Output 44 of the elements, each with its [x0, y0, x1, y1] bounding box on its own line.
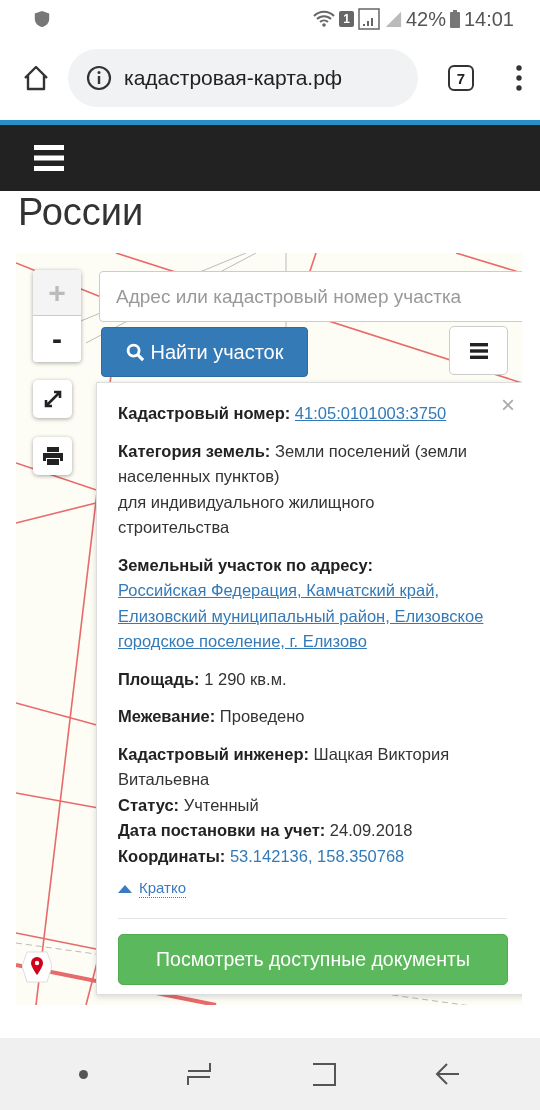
expand-icon	[42, 389, 63, 409]
search-field[interactable]: Адрес или кадастровый номер участка	[99, 271, 522, 322]
collapse-link[interactable]: Кратко	[139, 879, 187, 898]
info-row-text: Категория земель: Земли поселений (земли населенных пунктов) для индивидуального жилищного строительства	[118, 440, 468, 538]
info-row-text: Кадастровый номер: 41:05:0101003:3750	[118, 403, 447, 424]
zoom-out-button[interactable]: -	[33, 316, 81, 362]
back-icon[interactable]	[434, 1061, 461, 1087]
print-icon	[41, 446, 64, 466]
battery-icon	[449, 10, 460, 28]
sim-badge: 1	[339, 11, 354, 27]
page-heading: России	[18, 191, 144, 233]
fullscreen-button[interactable]	[33, 380, 72, 418]
home-icon[interactable]	[22, 64, 50, 92]
print-button[interactable]	[33, 437, 72, 475]
battery-percent: 42%	[405, 7, 446, 31]
info-row: Земельный участок по адресу: Российская Федерация, Камчатский край, Елизовский муниципальный район, Елизовское городское поселение, г. Елизово	[118, 552, 490, 655]
wifi-icon	[313, 10, 336, 28]
address-bar[interactable]: кадастровая-карта.рф	[68, 49, 418, 107]
info-icon[interactable]	[86, 65, 112, 91]
signal-icon	[357, 8, 380, 30]
clock: 14:01	[463, 7, 514, 31]
search-icon	[125, 342, 145, 362]
info-row-text: Межевание: Проведено	[118, 706, 305, 727]
layers-menu-button[interactable]	[449, 326, 508, 375]
menu-icon[interactable]	[516, 65, 522, 91]
recent-apps-icon[interactable]	[186, 1061, 213, 1087]
menu-icon	[469, 342, 488, 359]
info-row-text: Площадь: 1 290 кв.м.	[118, 668, 287, 690]
map-pin-icon[interactable]	[22, 950, 52, 986]
url-text: кадастровая-карта.рф	[124, 66, 343, 90]
documents-button[interactable]: Посмотреть доступные документы	[118, 934, 508, 985]
signal-icon	[383, 9, 402, 29]
tab-count-button[interactable]: 7	[448, 65, 474, 91]
info-row-text: Статус: Учтенный	[118, 794, 259, 816]
home-icon[interactable]	[310, 1061, 337, 1087]
menu-icon[interactable]	[34, 145, 64, 171]
info-row-text: Координаты: 53.142136, 158.350768	[118, 845, 405, 867]
info-row-text: Кадастровый инженер: Шацкая Виктория Витальевна	[118, 743, 451, 790]
address-link[interactable]: Российская Федерация, Камчатский край, Елизовский муниципальный район, Елизовское городское поселение, г. Елизово	[118, 578, 490, 655]
dot-icon[interactable]	[79, 1069, 89, 1079]
address-link[interactable]: 41:05:0101003:3750	[294, 404, 447, 422]
info-row-text: Дата постановки на учет: 24.09.2018	[118, 820, 413, 841]
find-button[interactable]: Найти участок	[101, 327, 308, 377]
shield-icon	[33, 10, 51, 28]
